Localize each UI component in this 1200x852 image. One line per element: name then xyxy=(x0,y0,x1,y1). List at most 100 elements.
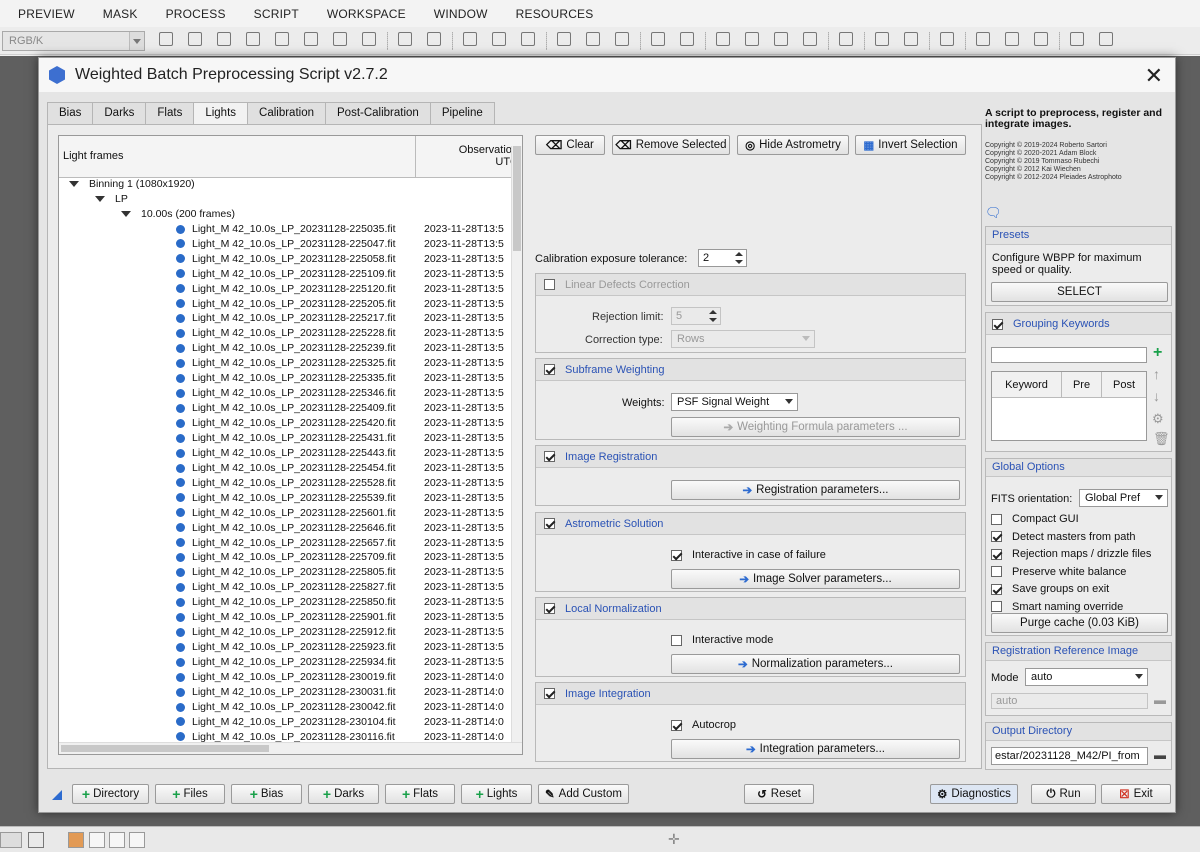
tree-row-binning[interactable]: Binning 1 (1080x1920) xyxy=(59,178,522,193)
file-row[interactable]: Light_M 42_10.0s_LP_20231128-225109.fit 2… xyxy=(59,268,522,283)
mode-select[interactable]: auto xyxy=(1025,668,1148,686)
mask-2-icon[interactable] xyxy=(1005,31,1019,46)
tab-pipeline[interactable]: Pipeline xyxy=(429,102,495,124)
add-lights-button[interactable]: + Lights xyxy=(461,784,532,804)
pan-icon[interactable] xyxy=(159,31,173,46)
file-row[interactable]: Light_M 42_10.0s_LP_20231128-225335.fit 2… xyxy=(59,372,522,387)
file-row[interactable]: Light_M 42_10.0s_LP_20231128-225539.fit 2… xyxy=(59,492,522,507)
document-icon[interactable] xyxy=(333,31,347,46)
delete-preview-icon[interactable] xyxy=(803,31,817,46)
folder-icon[interactable]: ▬ xyxy=(1154,693,1166,707)
grouping-checkbox[interactable] xyxy=(992,318,1003,330)
normalization-parameters-button[interactable]: ➔ Normalization parameters... xyxy=(671,654,960,674)
file-row[interactable]: Light_M 42_10.0s_LP_20231128-225601.fit 2… xyxy=(59,507,522,522)
file-row[interactable]: Light_M 42_10.0s_LP_20231128-225228.fit 2… xyxy=(59,327,522,342)
scroll-thumb[interactable] xyxy=(513,146,521,251)
edit-icon[interactable] xyxy=(745,31,759,46)
file-row[interactable]: Light_M 42_10.0s_LP_20231128-225923.fit 2… xyxy=(59,641,522,656)
keyword-input[interactable] xyxy=(991,347,1147,363)
file-row[interactable]: Light_M 42_10.0s_LP_20231128-225901.fit 2… xyxy=(59,611,522,626)
interactive-mode-option[interactable]: Interactive mode xyxy=(671,634,773,646)
tree-row-exposure[interactable]: 10.00s (200 frames) xyxy=(59,208,522,223)
scroll-thumb[interactable] xyxy=(61,745,269,752)
move-icon[interactable] xyxy=(246,31,260,46)
frame-icon[interactable] xyxy=(557,31,571,46)
color-mode-select[interactable]: RGB/K xyxy=(2,30,145,51)
add-flats-button[interactable]: + Flats xyxy=(385,784,455,804)
zoom-2-icon[interactable] xyxy=(521,31,535,46)
global-option[interactable]: Compact GUI xyxy=(991,513,1151,531)
col-pre[interactable]: Pre xyxy=(1062,372,1102,397)
add-darks-button[interactable]: + Darks xyxy=(308,784,379,804)
integration-checkbox[interactable] xyxy=(544,688,555,699)
menu-process[interactable]: PROCESS xyxy=(166,7,226,21)
panel-2-icon[interactable] xyxy=(1099,31,1113,46)
search-preview-icon[interactable] xyxy=(839,31,853,46)
file-row[interactable]: Light_M 42_10.0s_LP_20231128-230019.fit 2… xyxy=(59,671,522,686)
clear-button[interactable]: ⌫ Clear xyxy=(535,135,605,155)
workspace-4-icon[interactable] xyxy=(129,832,145,848)
move-down-icon[interactable]: ↓ xyxy=(1153,388,1160,404)
navigate-icon[interactable] xyxy=(275,31,289,46)
pointer-icon[interactable] xyxy=(362,31,376,46)
rejection-limit-spinbox[interactable]: 5 xyxy=(671,307,721,325)
interactive-mode-checkbox[interactable] xyxy=(671,634,682,646)
registration-parameters-button[interactable]: ➔ Registration parameters... xyxy=(671,480,960,500)
option-checkbox[interactable] xyxy=(991,513,1002,525)
comment-icon[interactable]: 🗨 xyxy=(985,205,1002,221)
add-custom-button[interactable]: ✎ Add Custom xyxy=(538,784,629,804)
workspace-1-icon[interactable] xyxy=(68,832,84,848)
integration-parameters-button[interactable]: ➔ Integration parameters... xyxy=(671,739,960,759)
file-row[interactable]: Light_M 42_10.0s_LP_20231128-225120.fit 2… xyxy=(59,283,522,298)
global-option[interactable]: Rejection maps / drizzle files xyxy=(991,548,1151,566)
copy-icon[interactable] xyxy=(774,31,788,46)
settings-icon[interactable]: ⚙ xyxy=(1152,411,1164,427)
tab-post-calibration[interactable]: Post-Calibration xyxy=(325,102,431,124)
expand-arrow-icon[interactable] xyxy=(95,196,105,203)
file-row[interactable]: Light_M 42_10.0s_LP_20231128-230104.fit 2… xyxy=(59,716,522,731)
hide-astrometry-button[interactable]: ◎ Hide Astrometry xyxy=(737,135,849,155)
global-option[interactable]: Save groups on exit xyxy=(991,583,1151,601)
autocrop-checkbox[interactable] xyxy=(671,719,682,731)
file-row[interactable]: Light_M 42_10.0s_LP_20231128-225827.fit 2… xyxy=(59,581,522,596)
tab-bias[interactable]: Bias xyxy=(47,102,94,124)
file-row[interactable]: Light_M 42_10.0s_LP_20231128-225850.fit 2… xyxy=(59,596,522,611)
col-light-frames[interactable]: Light frames xyxy=(59,136,416,177)
col-keyword[interactable]: Keyword xyxy=(992,372,1062,397)
file-row[interactable]: Light_M 42_10.0s_LP_20231128-225934.fit 2… xyxy=(59,656,522,671)
file-row[interactable]: Light_M 42_10.0s_LP_20231128-225325.fit 2… xyxy=(59,357,522,372)
menu-preview[interactable]: PREVIEW xyxy=(18,7,75,21)
tab-flats[interactable]: Flats xyxy=(145,102,195,124)
purge-cache-button[interactable]: Purge cache (0.03 KiB) xyxy=(991,613,1168,633)
crosshair-icon[interactable] xyxy=(217,31,231,46)
file-row[interactable]: Light_M 42_10.0s_LP_20231128-225709.fit 2… xyxy=(59,551,522,566)
file-row[interactable]: Light_M 42_10.0s_LP_20231128-225805.fit 2… xyxy=(59,566,522,581)
file-row[interactable]: Light_M 42_10.0s_LP_20231128-230042.fit 2… xyxy=(59,701,522,716)
file-row[interactable]: Light_M 42_10.0s_LP_20231128-225443.fit 2… xyxy=(59,447,522,462)
tolerance-spinbox[interactable]: 2 xyxy=(698,249,747,267)
file-row[interactable]: Light_M 42_10.0s_LP_20231128-225528.fit 2… xyxy=(59,477,522,492)
astrometric-checkbox[interactable] xyxy=(544,518,555,529)
menu-workspace[interactable]: WORKSPACE xyxy=(327,7,406,21)
run-button[interactable]: ⏻ Run xyxy=(1031,784,1096,804)
download-icon[interactable] xyxy=(875,31,889,46)
global-option[interactable]: Detect masters from path xyxy=(991,531,1151,549)
window-icon[interactable] xyxy=(615,31,629,46)
menu-window[interactable]: WINDOW xyxy=(434,7,488,21)
keywords-table[interactable]: Keyword Pre Post xyxy=(991,371,1147,441)
frame-2-icon[interactable] xyxy=(586,31,600,46)
add-directory-button[interactable]: + Directory xyxy=(72,784,149,804)
expand-icon[interactable] xyxy=(680,31,694,46)
local-norm-checkbox[interactable] xyxy=(544,603,555,614)
zoom-icon[interactable] xyxy=(463,31,477,46)
expand-arrow-icon[interactable] xyxy=(121,211,131,218)
horizontal-scrollbar[interactable] xyxy=(59,742,522,754)
registration-checkbox[interactable] xyxy=(544,451,555,462)
autocrop-option[interactable]: Autocrop xyxy=(671,719,736,731)
file-row[interactable]: Light_M 42_10.0s_LP_20231128-225058.fit 2… xyxy=(59,253,522,268)
move-icon[interactable]: ✛ xyxy=(668,831,680,848)
menu-script[interactable]: SCRIPT xyxy=(254,7,299,21)
undo-icon[interactable] xyxy=(940,31,954,46)
file-row[interactable]: Light_M 42_10.0s_LP_20231128-225646.fit 2… xyxy=(59,522,522,537)
menu-resources[interactable]: RESOURCES xyxy=(516,7,594,21)
